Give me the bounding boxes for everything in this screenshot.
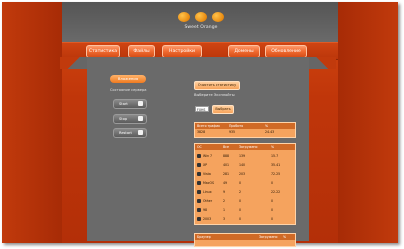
table-row: 2003 3 0 0 [195, 215, 295, 224]
stop-button[interactable]: Stop [113, 114, 147, 124]
os-loaded: 0 [239, 208, 242, 212]
apple-icon [197, 181, 201, 185]
table-row: Win 7 888 139 15.7 [195, 152, 295, 161]
doc-icon [138, 101, 143, 106]
os-percent: 15.7 [271, 154, 279, 158]
col-loaded: Загружено [239, 145, 258, 149]
restart-button[interactable]: Restart [113, 128, 147, 138]
doc-icon [138, 130, 143, 135]
section-label: Выберите Эксплойты [194, 93, 235, 97]
total-value: 3828 [197, 130, 206, 134]
other-icon [197, 199, 201, 203]
os-all: 2 [223, 199, 226, 203]
os-name: MacOS [203, 181, 214, 185]
col-browser-loaded: Загружено [259, 235, 278, 239]
os-percent: 0 [271, 181, 274, 185]
col-browser: Браузер [197, 235, 211, 239]
col-percent: % [265, 124, 269, 128]
col-hit: Пробито [229, 124, 244, 128]
os-loaded: 0 [239, 217, 242, 221]
select-button[interactable]: Выбрать [212, 105, 234, 114]
table-row: MacOS 49 0 0 [195, 179, 295, 188]
orange-icon [178, 12, 190, 22]
os-all: 888 [223, 154, 230, 158]
clear-stats-button[interactable]: Очистить статистику [194, 81, 240, 90]
linux-icon [197, 190, 201, 194]
os-all: 9 [223, 190, 226, 194]
col-os: OC [197, 145, 202, 149]
os-loaded: 139 [239, 154, 246, 158]
os-percent: 0 [271, 217, 274, 221]
sidebar-title: Состояние сервера [110, 88, 147, 92]
exploit-select[interactable]: FXHS [195, 106, 209, 112]
os-percent: 22.22 [271, 190, 281, 194]
col-browser-percent: % [283, 235, 287, 239]
col-all: Все [223, 145, 229, 149]
start-button[interactable]: Start [113, 99, 147, 109]
os-percent: 0 [271, 199, 274, 203]
browser-table: Браузер Загружено % [194, 233, 296, 247]
os-loaded: 0 [239, 199, 242, 203]
os-loaded: 2 [239, 190, 242, 194]
start-label: Start [119, 102, 128, 106]
doc-icon [138, 116, 143, 121]
site-name: Sweet Orange [184, 25, 218, 30]
table-row: Linux 9 2 22.22 [195, 188, 295, 197]
os-table: OC Все Загружено % Win 7 888 139 15.7 XP… [194, 143, 296, 225]
orange-icon [212, 12, 224, 22]
os-name: 98 [203, 208, 208, 212]
os-name: Vista [203, 172, 211, 176]
table-row: Vista 281 203 72.25 [195, 170, 295, 179]
windows-icon [197, 154, 201, 158]
content-corner-left [60, 57, 88, 69]
col-total: Всего трафик [197, 124, 221, 128]
logo: Sweet Orange [166, 12, 236, 38]
sidebar-header[interactable]: Вложения [110, 75, 146, 83]
os-name: Linux [203, 190, 212, 194]
site-header: Sweet Orange [62, 2, 338, 42]
os-percent: 35.41 [271, 163, 281, 167]
os-name: 2003 [203, 217, 212, 221]
table-row: 98 1 0 0 [195, 206, 295, 215]
os-percent: 72.25 [271, 172, 281, 176]
right-band [338, 2, 398, 243]
summary-table: Всего трафик Пробито % 3828 935 24.43 [194, 122, 296, 138]
os-name: Win 7 [203, 154, 213, 158]
os-all: 401 [223, 163, 230, 167]
table-row: XP 401 140 35.41 [195, 161, 295, 170]
col-os-percent: % [271, 145, 275, 149]
hit-value: 935 [229, 130, 236, 134]
os-name: Other [203, 199, 213, 203]
stop-label: Stop [119, 117, 128, 121]
windows-icon [197, 163, 201, 167]
orange-icon [195, 12, 207, 22]
os-name: XP [203, 163, 208, 167]
table-row: Other 2 0 0 [195, 197, 295, 206]
left-band [2, 2, 62, 243]
content-corner-right [308, 57, 336, 69]
windows-icon [197, 172, 201, 176]
windows-icon [197, 217, 201, 221]
windows-icon [197, 208, 201, 212]
percent-value: 24.43 [265, 130, 275, 134]
os-percent: 0 [271, 208, 274, 212]
os-all: 1 [223, 208, 226, 212]
os-loaded: 140 [239, 163, 246, 167]
restart-label: Restart [119, 131, 132, 135]
os-all: 3 [223, 217, 226, 221]
os-all: 49 [223, 181, 228, 185]
os-all: 281 [223, 172, 230, 176]
os-loaded: 0 [239, 181, 242, 185]
os-loaded: 203 [239, 172, 246, 176]
